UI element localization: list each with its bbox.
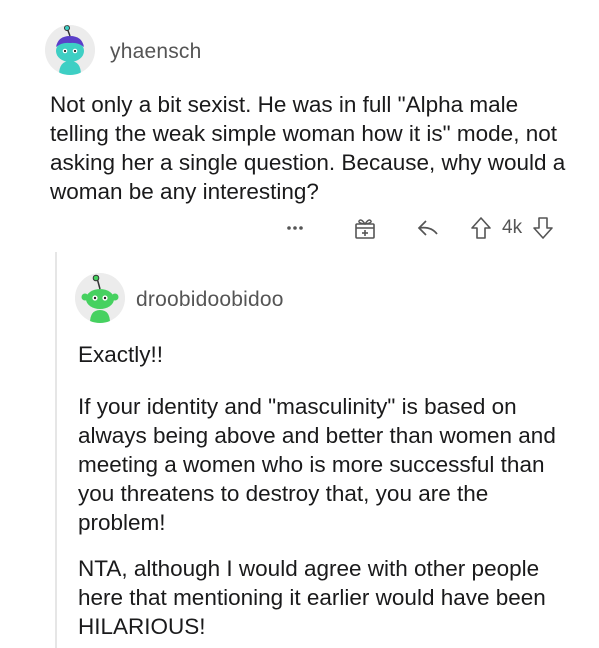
downvote-button[interactable]	[528, 216, 558, 240]
thread-line[interactable]	[55, 252, 57, 648]
parent-comment-body: Not only a bit sexist. He was in full "A…	[50, 92, 566, 204]
snoo-avatar-icon	[45, 25, 95, 75]
downvote-arrow-icon	[533, 217, 553, 239]
reply-button[interactable]	[408, 217, 448, 239]
reply-avatar[interactable]	[75, 273, 125, 323]
upvote-button[interactable]	[466, 216, 496, 240]
ellipsis-icon	[287, 226, 303, 230]
reply-arrow-icon	[417, 220, 438, 236]
snoo-avatar-icon	[75, 273, 125, 323]
reply-paragraph: If your identity and "masculinity" is ba…	[78, 394, 556, 535]
reply-paragraph: Exactly!!	[78, 342, 164, 367]
parent-avatar[interactable]	[45, 25, 95, 75]
upvote-arrow-icon	[471, 217, 491, 239]
vote-count: 4k	[502, 217, 523, 238]
reply-paragraph: NTA, although I would agree with other p…	[78, 556, 546, 639]
more-options-button[interactable]	[280, 223, 310, 233]
reply-username[interactable]: droobidoobidoo	[136, 288, 284, 312]
award-button[interactable]	[340, 215, 390, 241]
comment-actions: 4k	[280, 210, 580, 246]
gift-icon	[355, 219, 375, 239]
parent-username[interactable]: yhaensch	[110, 40, 202, 64]
